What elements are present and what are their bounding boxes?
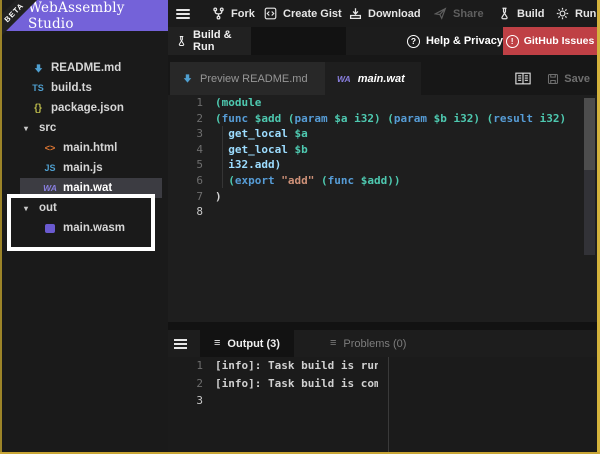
tree-item-main-wat[interactable]: WA main.wat <box>0 178 168 198</box>
hamburger-icon <box>176 7 190 21</box>
code-line: 2 (func $add (param $a i32) (param $b i32… <box>196 111 567 125</box>
problems-list-icon: ≡ <box>330 337 337 349</box>
main-area: Fork Create Gist Download Share Build Ru… <box>168 0 600 454</box>
panel-menu-button[interactable] <box>174 337 187 351</box>
file-name: build.ts <box>51 82 92 94</box>
console-line: 2 [info]: Task build is comp <box>196 376 378 390</box>
code-line: 6 (export "add" (func $add)) <box>196 173 401 187</box>
panel-tabbar: ≡ Output (3) ≡ Problems (0) <box>168 330 600 357</box>
save-button[interactable]: Save <box>547 73 590 85</box>
ts-icon: TS <box>32 83 44 93</box>
console-line: 3 <box>196 394 203 407</box>
create-gist-button[interactable]: Create Gist <box>264 0 342 27</box>
share-icon <box>434 7 447 20</box>
html-icon: <> <box>44 143 56 153</box>
share-button[interactable]: Share <box>434 0 484 27</box>
run-gear-icon <box>556 7 569 20</box>
wat-file-icon: WA <box>337 73 351 84</box>
github-issues-button[interactable]: ! GitHub Issues <box>503 27 597 55</box>
tab-output[interactable]: ≡ Output (3) <box>200 330 294 357</box>
tree-item-README-md[interactable]: README.md <box>0 58 168 78</box>
tree-item-main-wasm[interactable]: main.wasm <box>0 218 168 238</box>
build-icon <box>501 7 508 20</box>
code-line: 1 (module <box>196 96 262 109</box>
save-icon <box>548 73 559 84</box>
output-console[interactable]: 1 [info]: Task build is runn 2 [info]: Task… <box>168 357 600 454</box>
tree-item-src[interactable]: ▾ src <box>0 118 168 138</box>
code-line: 3 get_local $a <box>196 127 308 141</box>
help-icon: ? <box>406 34 420 48</box>
console-line: 1 [info]: Task build is runn <box>196 359 378 372</box>
tab-preview-readme[interactable]: Preview README.md <box>170 62 325 95</box>
webassembly-studio-window: WebAssembly Studio BETA README.md TS build… <box>0 0 600 454</box>
help-privacy-button[interactable]: ? Help & Privacy <box>406 27 503 55</box>
app-title: WebAssembly Studio <box>28 0 125 31</box>
panel-splitter[interactable] <box>168 322 600 330</box>
editor-scrollbar-track <box>584 170 595 255</box>
file-tree: README.md TS build.ts {} package.json ▾ src <> m… <box>0 58 168 238</box>
code-line: 7) <box>196 189 222 203</box>
build-button[interactable]: Build <box>498 0 545 27</box>
editor-tabstrip: Preview README.md WA main.wat Save <box>168 55 600 95</box>
code-lines: 1 (module 2 (func $add (param $a i32) (para… <box>168 95 600 220</box>
tree-item-out[interactable]: ▾ out <box>0 198 168 218</box>
fork-button[interactable]: Fork <box>212 0 255 27</box>
indent-guide <box>222 126 223 188</box>
file-name: package.json <box>51 102 124 114</box>
issue-icon: ! <box>505 34 519 48</box>
download-icon <box>349 8 362 20</box>
md-icon <box>30 63 46 74</box>
file-name: main.wasm <box>63 222 125 234</box>
reader-view-icon[interactable] <box>515 72 531 85</box>
file-name: src <box>39 122 57 134</box>
code-line: 4 get_local $b <box>196 142 308 156</box>
js-icon: JS <box>44 163 56 173</box>
wa-icon: WA <box>43 183 57 193</box>
console-divider <box>388 357 389 454</box>
tab-main-wat[interactable]: WA main.wat <box>325 62 421 95</box>
fork-icon <box>213 7 224 20</box>
output-list-icon: ≡ <box>214 337 221 349</box>
tree-item-main-js[interactable]: JS main.js <box>0 158 168 178</box>
editor-actions: Save <box>515 62 590 95</box>
code-editor[interactable]: 1 (module 2 (func $add (param $a i32) (para… <box>168 95 600 322</box>
toolbar: Fork Create Gist Download Share Build Ru… <box>168 0 600 27</box>
editor-scrollbar[interactable] <box>584 98 595 170</box>
sidebar: WebAssembly Studio BETA README.md TS build… <box>0 0 168 454</box>
build-and-run-button[interactable]: Build & Run <box>168 27 251 55</box>
file-name: main.wat <box>63 182 113 194</box>
folder-icon: ▾ <box>23 203 28 213</box>
secondary-bar-gap <box>251 27 346 55</box>
file-name: main.html <box>63 142 118 154</box>
download-button[interactable]: Download <box>349 0 421 27</box>
code-line: 5 i32.add) <box>196 158 282 172</box>
file-name: README.md <box>51 62 122 74</box>
file-name: out <box>39 202 57 214</box>
focus-border-left <box>0 0 2 454</box>
markdown-arrow-icon <box>183 74 192 83</box>
json-icon: {} <box>34 102 42 114</box>
tree-item-package-json[interactable]: {} package.json <box>0 98 168 118</box>
gist-icon <box>264 7 277 20</box>
tab-problems[interactable]: ≡ Problems (0) <box>316 330 420 357</box>
run-button[interactable]: Run <box>556 0 596 27</box>
file-name: main.js <box>63 162 103 174</box>
wasm-icon <box>42 223 58 233</box>
folder-icon: ▾ <box>23 123 28 133</box>
tree-item-main-html[interactable]: <> main.html <box>0 138 168 158</box>
menu-button[interactable] <box>176 0 190 27</box>
tree-item-build-ts[interactable]: TS build.ts <box>0 78 168 98</box>
code-line: 8 <box>196 205 203 219</box>
build-run-icon <box>178 35 185 47</box>
